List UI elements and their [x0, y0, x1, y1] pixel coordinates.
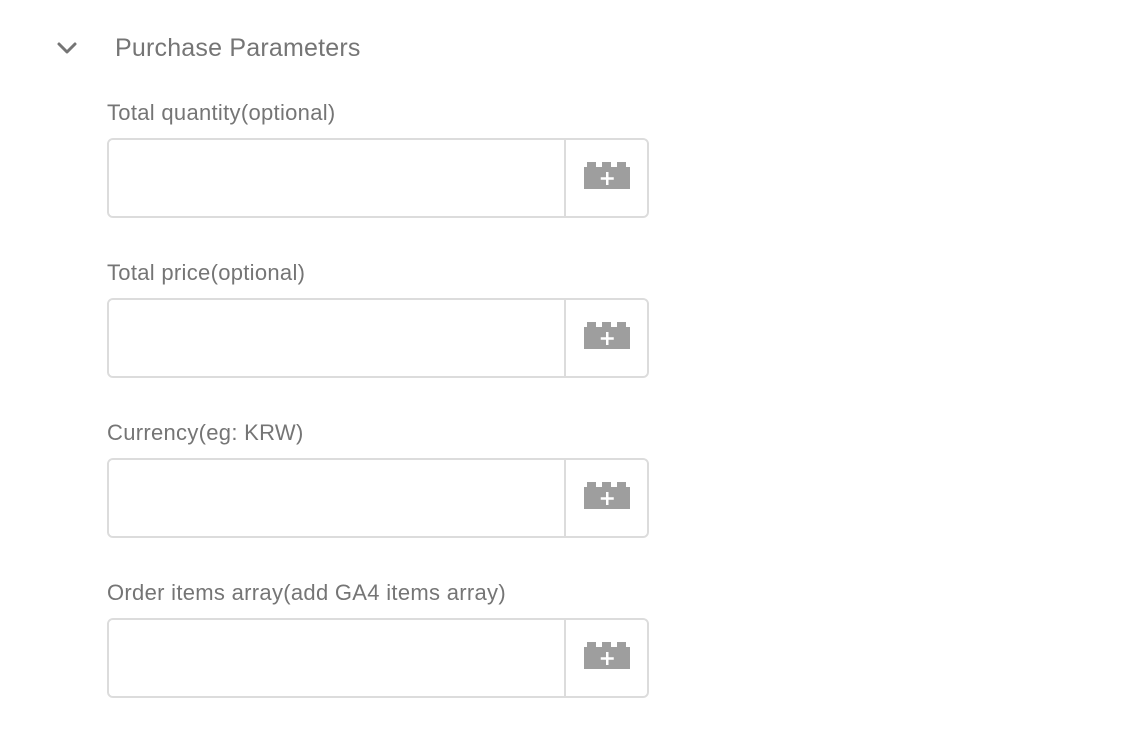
total-price-input[interactable]	[109, 300, 564, 376]
field-input-group	[107, 458, 649, 538]
field-total-quantity: Total quantity(optional)	[107, 98, 649, 218]
currency-input[interactable]	[109, 460, 564, 536]
total-quantity-input[interactable]	[109, 140, 564, 216]
add-variable-button[interactable]	[564, 460, 647, 536]
field-label: Currency(eg: KRW)	[107, 420, 304, 445]
chevron-down-icon[interactable]	[54, 35, 80, 61]
add-variable-brick-icon	[583, 641, 630, 675]
add-variable-brick-icon	[583, 481, 630, 515]
order-items-array-input[interactable]	[109, 620, 564, 696]
field-input-group	[107, 618, 649, 698]
field-currency: Currency(eg: KRW)	[107, 418, 649, 538]
field-label: Total price(optional)	[107, 260, 306, 285]
field-input-group	[107, 138, 649, 218]
section-title: Purchase Parameters	[115, 33, 361, 62]
field-label: Order items array(add GA4 items array)	[107, 580, 506, 605]
field-input-group	[107, 298, 649, 378]
add-variable-button[interactable]	[564, 140, 647, 216]
add-variable-button[interactable]	[564, 620, 647, 696]
add-variable-brick-icon	[583, 161, 630, 195]
field-label: Total quantity(optional)	[107, 100, 336, 125]
add-variable-button[interactable]	[564, 300, 647, 376]
field-order-items-array: Order items array(add GA4 items array)	[107, 578, 649, 698]
add-variable-brick-icon	[583, 321, 630, 355]
field-total-price: Total price(optional)	[107, 258, 649, 378]
section-header-purchase-parameters[interactable]: Purchase Parameters	[54, 26, 361, 70]
